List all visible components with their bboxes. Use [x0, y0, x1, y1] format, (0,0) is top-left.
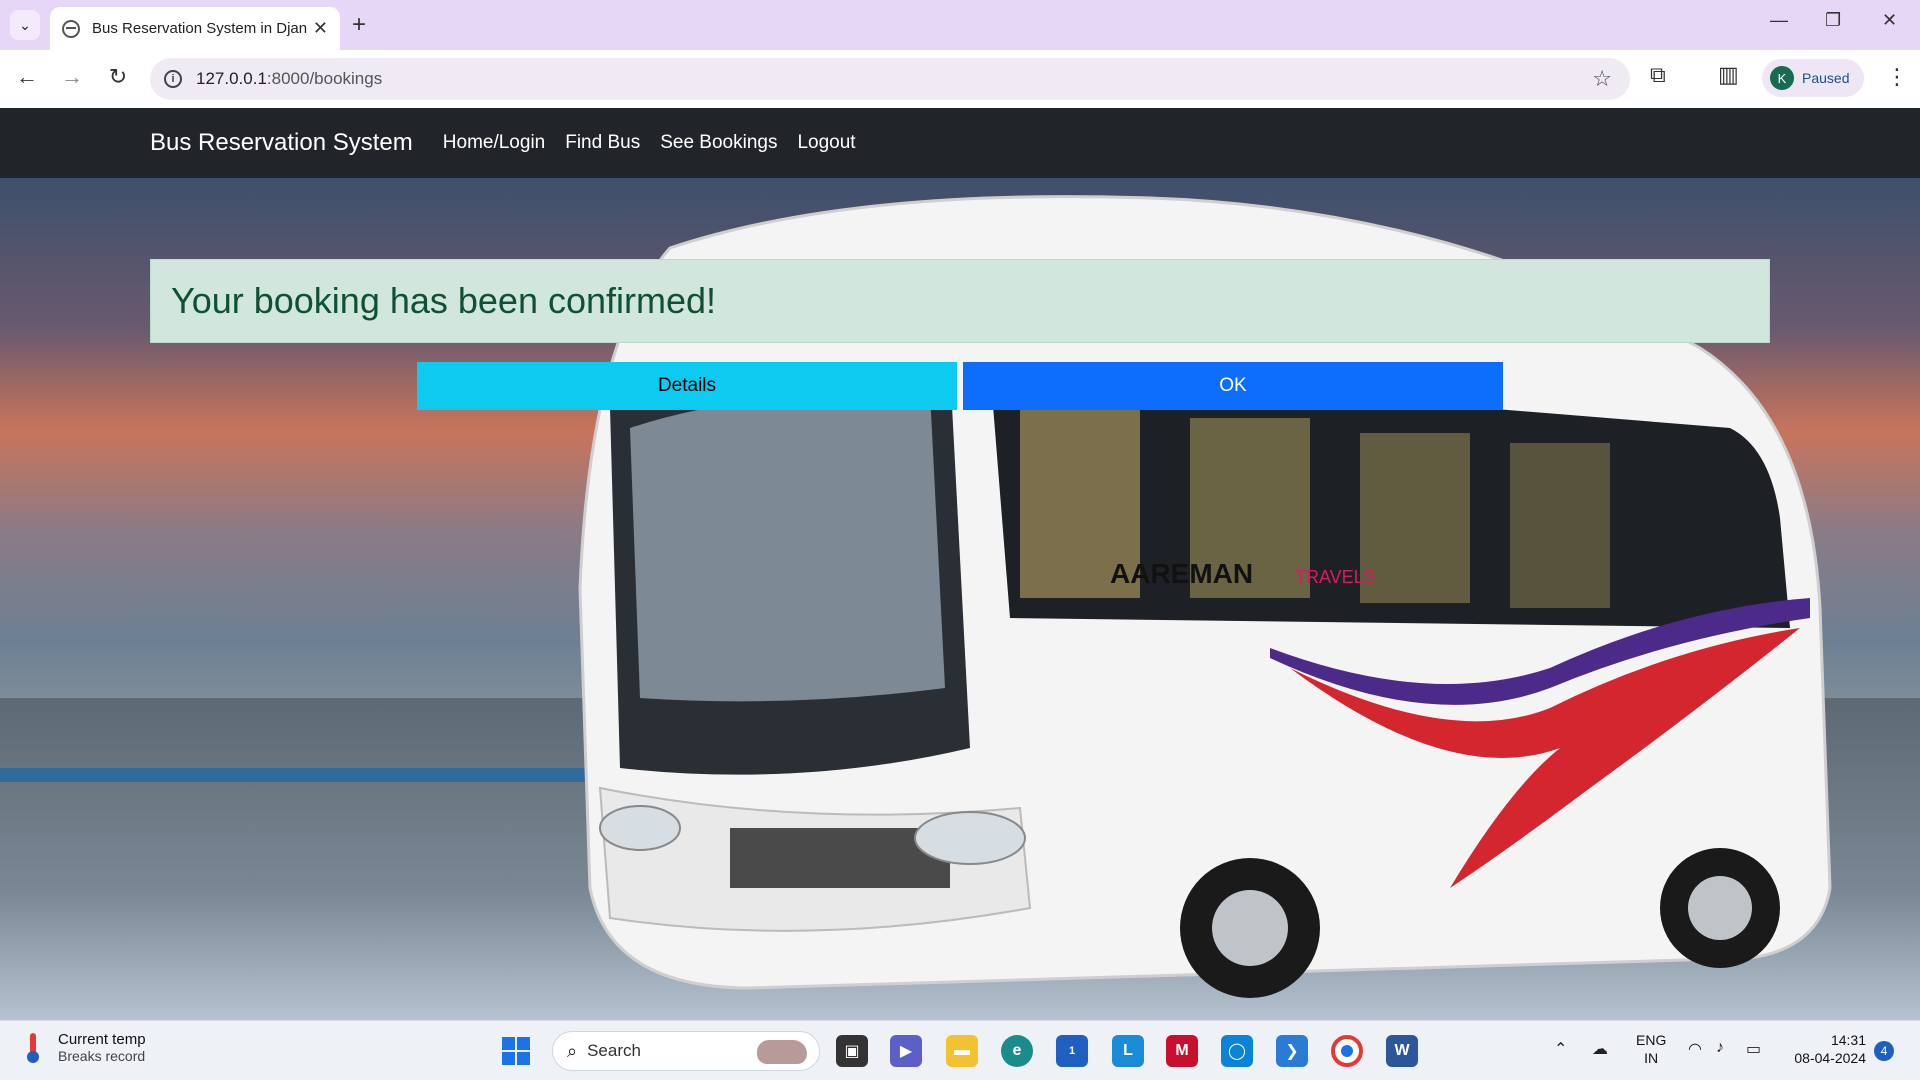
weather-subtitle: Breaks record — [58, 1048, 146, 1064]
browser-tab-active[interactable]: Bus Reservation System in Djan ✕ — [50, 7, 340, 50]
bus-brand-suffix: TRAVELS — [1295, 567, 1376, 587]
nav-link-see-bookings[interactable]: See Bookings — [660, 132, 777, 154]
system-clock[interactable]: 14:31 08-04-2024 — [1786, 1031, 1866, 1067]
edge-icon[interactable]: e — [1001, 1035, 1033, 1067]
close-icon[interactable]: ✕ — [313, 18, 328, 39]
app-circle-icon[interactable]: ◯ — [1221, 1035, 1253, 1067]
profile-button[interactable]: K Paused — [1762, 59, 1864, 97]
chevron-down-icon: ⌄ — [19, 16, 31, 33]
language-indicator[interactable]: ENG IN — [1636, 1031, 1666, 1067]
more-menu-icon[interactable]: ⋮ — [1886, 64, 1908, 90]
avatar: K — [1770, 66, 1794, 90]
windows-taskbar: Current temp Breaks record ⌕ Search ▣ ▶ … — [0, 1020, 1920, 1080]
page-viewport: Bus Reservation System Home/Login Find B… — [0, 108, 1920, 1020]
task-view-icon[interactable]: ▣ — [836, 1035, 868, 1067]
minimize-icon[interactable]: — — [1770, 10, 1788, 31]
extensions-icon[interactable]: ⧉ — [1650, 62, 1666, 88]
volume-icon[interactable]: ♪ — [1716, 1039, 1724, 1057]
onedrive-icon[interactable]: ☁ — [1592, 1039, 1608, 1059]
store-badge: 1 — [1068, 1045, 1076, 1057]
tab-title: Bus Reservation System in Djan — [92, 20, 307, 37]
restore-icon[interactable]: ❐ — [1825, 10, 1841, 31]
battery-icon[interactable]: ▭ — [1746, 1039, 1761, 1059]
alert-message: Your booking has been confirmed! — [171, 280, 717, 321]
browser-toolbar: ← → ↻ i 127.0.0.1:8000/bookings ☆ ⧉ ▥ K … — [0, 50, 1920, 108]
back-arrow-icon[interactable]: ← — [12, 64, 42, 90]
ok-button[interactable]: OK — [963, 362, 1503, 410]
details-button[interactable]: Details — [417, 362, 957, 410]
navbar-brand[interactable]: Bus Reservation System — [150, 129, 413, 157]
reload-icon[interactable]: ↻ — [103, 64, 133, 90]
browser-tab-strip: ⌄ Bus Reservation System in Djan ✕ + — ❐… — [0, 0, 1920, 50]
profile-status: Paused — [1802, 70, 1850, 86]
new-tab-button[interactable]: + — [352, 11, 366, 39]
window-close-icon[interactable]: ✕ — [1882, 10, 1897, 31]
site-info-icon[interactable]: i — [164, 70, 182, 88]
chevron-up-icon[interactable]: ⌃ — [1554, 1039, 1567, 1059]
lang-top: ENG — [1636, 1032, 1667, 1048]
tab-search-button[interactable]: ⌄ — [10, 10, 40, 40]
bus-brand-text: AAREMAN — [1110, 558, 1253, 589]
start-windows-icon[interactable] — [502, 1037, 530, 1065]
nav-link-home-login[interactable]: Home/Login — [443, 132, 545, 154]
wifi-icon[interactable]: ◠ — [1688, 1039, 1702, 1059]
url-text: 127.0.0.1:8000/bookings — [196, 69, 382, 89]
store-icon[interactable]: 1 — [1056, 1035, 1088, 1067]
site-navbar: Bus Reservation System Home/Login Find B… — [0, 108, 1920, 178]
teams-icon[interactable]: ▶ — [890, 1035, 922, 1067]
clock-time: 14:31 — [1830, 1032, 1866, 1048]
forward-arrow-icon[interactable]: → — [57, 64, 87, 90]
taskbar-search[interactable]: ⌕ Search — [552, 1031, 820, 1071]
clock-date: 08-04-2024 — [1794, 1050, 1866, 1066]
search-highlight-image — [757, 1040, 807, 1064]
l-app-icon[interactable]: L — [1112, 1035, 1144, 1067]
booking-confirmed-alert: Your booking has been confirmed! — [150, 259, 1770, 343]
weather-title: Current temp — [58, 1031, 146, 1048]
mcafee-icon[interactable]: M — [1166, 1035, 1198, 1067]
url-host: 127.0.0.1 — [196, 69, 267, 88]
thermometer-icon — [26, 1032, 40, 1063]
vscode-icon[interactable]: ❯ — [1276, 1035, 1308, 1067]
side-panel-icon[interactable]: ▥ — [1718, 62, 1739, 88]
bookmark-star-icon[interactable]: ☆ — [1592, 66, 1612, 92]
url-path: :8000/bookings — [266, 69, 383, 88]
nav-link-logout[interactable]: Logout — [797, 132, 855, 154]
nav-link-find-bus[interactable]: Find Bus — [565, 132, 640, 154]
globe-icon — [62, 19, 80, 38]
search-icon: ⌕ — [567, 1040, 578, 1061]
taskbar-search-label: Search — [587, 1041, 641, 1060]
lang-bottom: IN — [1644, 1050, 1659, 1066]
chrome-icon[interactable] — [1331, 1035, 1363, 1067]
file-explorer-icon[interactable]: ▬ — [946, 1035, 978, 1067]
notification-badge[interactable]: 4 — [1874, 1041, 1894, 1061]
weather-widget[interactable]: Current temp Breaks record — [26, 1031, 146, 1064]
word-icon[interactable]: W — [1386, 1035, 1418, 1067]
address-bar[interactable]: i 127.0.0.1:8000/bookings ☆ — [150, 58, 1630, 100]
